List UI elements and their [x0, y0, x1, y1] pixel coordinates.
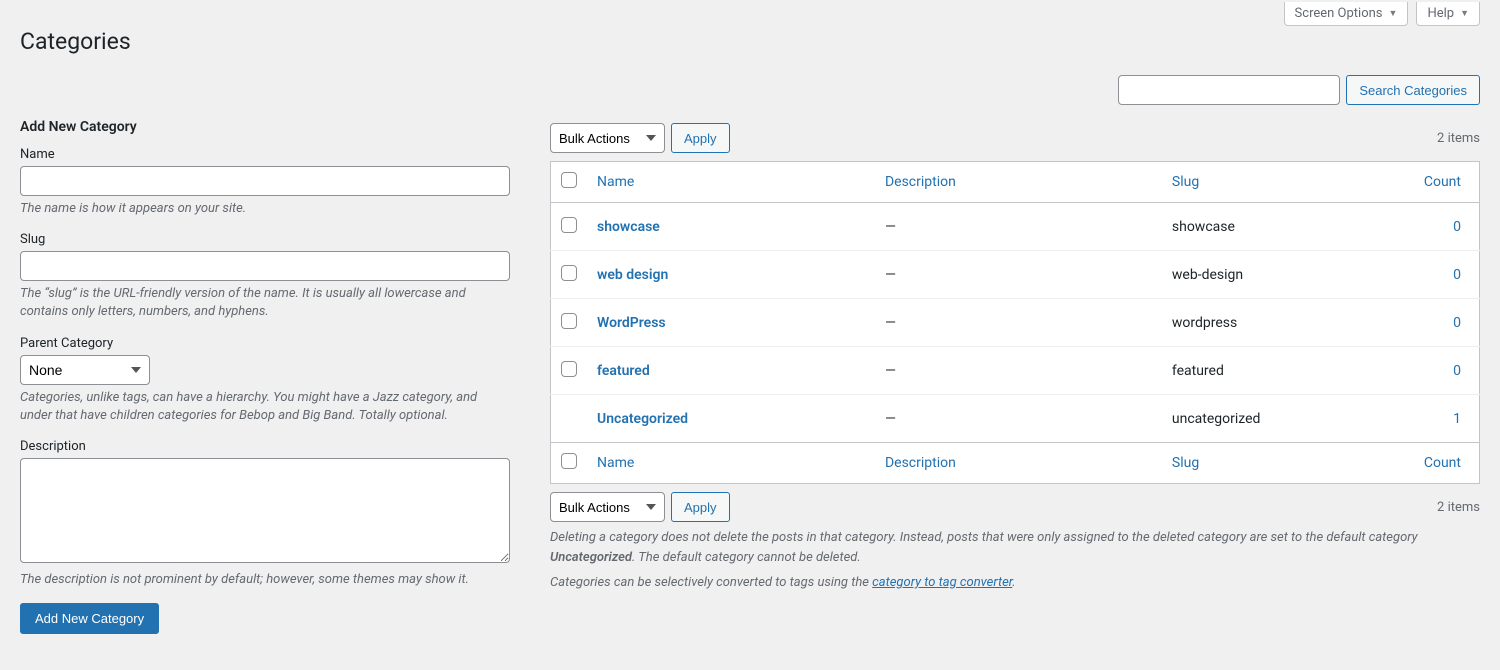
description-help: The description is not prominent by defa…: [20, 571, 510, 589]
table-row: Uncategorized —uncategorized 1: [551, 395, 1480, 443]
table-row: web design —web-design 0: [551, 251, 1480, 299]
select-all-top[interactable]: [561, 172, 577, 188]
description-label: Description: [20, 439, 510, 454]
row-description: —: [875, 251, 1162, 299]
row-name-link[interactable]: Uncategorized: [597, 411, 688, 427]
row-count-link[interactable]: 0: [1453, 315, 1461, 331]
table-row: WordPress —wordpress 0: [551, 299, 1480, 347]
page-title: Categories: [20, 28, 1480, 55]
row-name-link[interactable]: web design: [597, 267, 668, 283]
apply-button-top[interactable]: Apply: [671, 123, 730, 153]
row-slug: featured: [1162, 347, 1388, 395]
apply-button-bottom[interactable]: Apply: [671, 492, 730, 522]
categories-table: Name Description Slug Count showcase—sho…: [550, 161, 1480, 484]
row-description: —: [875, 203, 1162, 251]
description-textarea[interactable]: [20, 458, 510, 563]
convert-note: Categories can be selectively converted …: [550, 573, 1480, 593]
col-footer-name[interactable]: Name: [597, 455, 634, 471]
row-count-link[interactable]: 0: [1453, 363, 1461, 379]
row-checkbox[interactable]: [561, 265, 577, 281]
col-footer-slug[interactable]: Slug: [1172, 455, 1199, 471]
row-description: —: [875, 395, 1162, 443]
chevron-down-icon: ▼: [1389, 8, 1398, 19]
add-category-button[interactable]: Add New Category: [20, 603, 159, 634]
search-button[interactable]: Search Categories: [1346, 75, 1480, 105]
col-header-slug[interactable]: Slug: [1172, 174, 1199, 190]
category-to-tag-link[interactable]: category to tag converter: [872, 575, 1012, 590]
parent-select[interactable]: None: [20, 355, 150, 385]
col-header-description[interactable]: Description: [885, 174, 956, 190]
row-description: —: [875, 299, 1162, 347]
row-count-link[interactable]: 0: [1453, 219, 1461, 235]
row-count-link[interactable]: 0: [1453, 267, 1461, 283]
bulk-actions-select-bottom[interactable]: Bulk Actions: [550, 492, 665, 522]
col-header-count[interactable]: Count: [1424, 174, 1461, 190]
slug-label: Slug: [20, 232, 510, 247]
row-name-link[interactable]: showcase: [597, 219, 660, 235]
row-slug: web-design: [1162, 251, 1388, 299]
search-input[interactable]: [1118, 75, 1340, 105]
screen-options-tab[interactable]: Screen Options ▼: [1284, 2, 1409, 26]
row-description: —: [875, 347, 1162, 395]
slug-input[interactable]: [20, 251, 510, 281]
help-label: Help: [1427, 6, 1454, 21]
row-checkbox[interactable]: [561, 217, 577, 233]
parent-help: Categories, unlike tags, can have a hier…: [20, 389, 510, 425]
name-input[interactable]: [20, 166, 510, 196]
row-slug: uncategorized: [1162, 395, 1388, 443]
delete-note: Deleting a category does not delete the …: [550, 528, 1480, 567]
help-tab[interactable]: Help ▼: [1416, 2, 1480, 26]
table-row: showcase—showcase0: [551, 203, 1480, 251]
row-slug: showcase: [1162, 203, 1388, 251]
chevron-down-icon: ▼: [1460, 8, 1469, 19]
row-name-link[interactable]: featured: [597, 363, 650, 379]
slug-help: The “slug” is the URL-friendly version o…: [20, 285, 510, 321]
col-footer-count[interactable]: Count: [1424, 455, 1461, 471]
table-row: featured—featured0: [551, 347, 1480, 395]
items-count-bottom: 2 items: [1437, 500, 1480, 515]
col-footer-description[interactable]: Description: [885, 455, 956, 471]
row-count-link[interactable]: 1: [1453, 411, 1461, 427]
add-form-title: Add New Category: [20, 119, 510, 135]
parent-label: Parent Category: [20, 336, 510, 351]
name-label: Name: [20, 147, 510, 162]
row-checkbox[interactable]: [561, 313, 577, 329]
items-count-top: 2 items: [1437, 131, 1480, 146]
row-checkbox[interactable]: [561, 361, 577, 377]
row-name-link[interactable]: WordPress: [597, 315, 666, 331]
screen-options-label: Screen Options: [1295, 6, 1383, 21]
select-all-bottom[interactable]: [561, 453, 577, 469]
col-header-name[interactable]: Name: [597, 174, 634, 190]
row-slug: wordpress: [1162, 299, 1388, 347]
name-help: The name is how it appears on your site.: [20, 200, 510, 218]
bulk-actions-select-top[interactable]: Bulk Actions: [550, 123, 665, 153]
